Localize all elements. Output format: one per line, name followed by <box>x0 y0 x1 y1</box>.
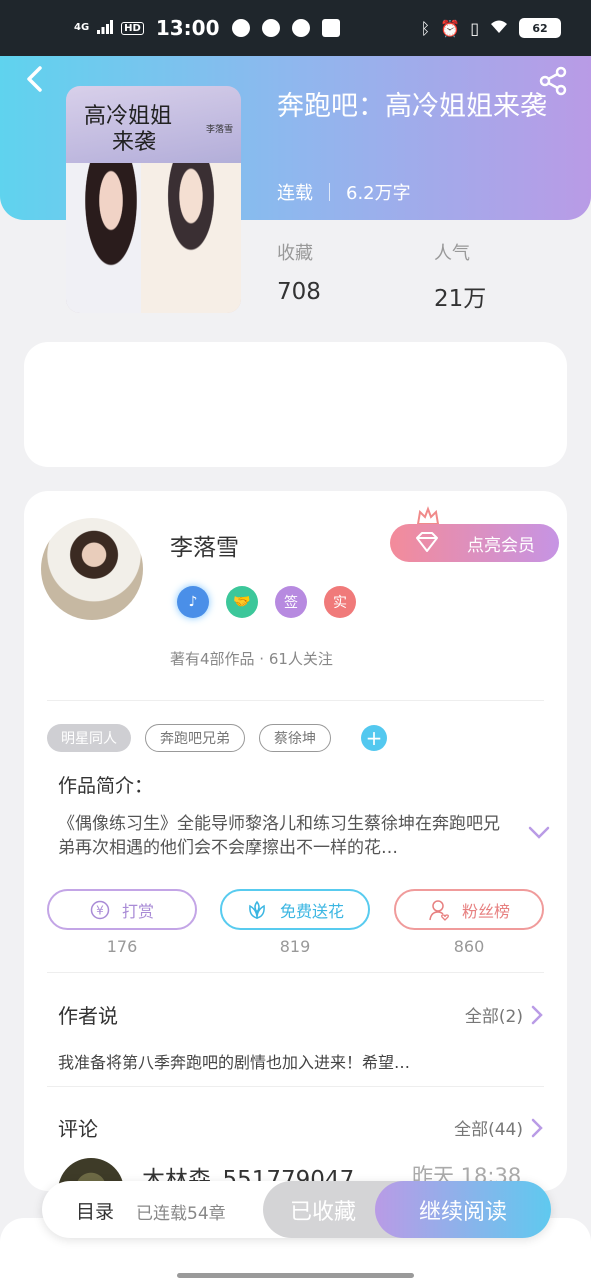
tip-count: 176 <box>106 937 138 956</box>
chapter-count: 已连载54章 <box>136 1204 226 1224</box>
tag-list: 明星同人 奔跑吧兄弟 蔡徐坤 + <box>47 724 387 752</box>
continue-reading-label: 继续阅读 <box>418 1199 507 1225</box>
word-count: 6.2万字 <box>346 183 411 204</box>
chevron-right-icon <box>531 1118 543 1137</box>
stat-label: 人气 <box>434 243 470 264</box>
tip-button[interactable]: ¥ 打赏 <box>47 889 197 930</box>
divider <box>47 700 544 701</box>
fans-count: 860 <box>453 937 485 956</box>
notification-icon <box>261 19 280 37</box>
hd-icon: HD <box>121 21 144 35</box>
vip-label: 点亮会员 <box>467 535 535 556</box>
stat-value: 708 <box>277 279 321 305</box>
stat-favorites: 收藏 708 <box>277 239 321 305</box>
app-icon <box>321 19 340 37</box>
author-says-text[interactable]: 我准备将第八季奔跑吧的剧情也加入进来！希望… <box>58 1049 478 1073</box>
wechat-icon <box>231 19 250 37</box>
cover-title: 高冷姐姐 来袭 <box>84 104 173 155</box>
fans-rank-button[interactable]: 粉丝榜 <box>394 889 544 930</box>
author-summary: 著有4部作品 · 61人关注 <box>170 650 333 668</box>
fans-label: 粉丝榜 <box>461 901 510 921</box>
bluetooth-icon: ᛒ <box>420 18 431 38</box>
handshake-badge-icon[interactable]: 🤝 <box>226 586 258 618</box>
book-title: 奔跑吧：高冷姐姐来袭 <box>277 91 547 122</box>
add-tag-button[interactable]: + <box>361 725 387 751</box>
vibrate-icon: ▯ <box>470 18 479 38</box>
comments-all-link[interactable]: 全部(44) <box>454 1115 543 1140</box>
meta-divider <box>329 183 330 201</box>
toc-button[interactable]: 目录 <box>76 1197 114 1224</box>
divider <box>47 1086 544 1087</box>
continue-reading-button[interactable]: 继续阅读 <box>375 1181 551 1238</box>
author-badges: ♪ 🤝 签 实 <box>177 586 356 618</box>
book-meta: 连载 6.2万字 <box>277 179 411 205</box>
favorited-label: 已收藏 <box>289 1199 356 1225</box>
book-status: 连载 <box>277 183 313 204</box>
author-says-heading: 作者说 <box>58 1004 118 1028</box>
clock: 13:00 <box>155 16 220 40</box>
stat-value: 21万 <box>434 286 487 312</box>
flower-count: 819 <box>279 937 311 956</box>
home-indicator[interactable] <box>177 1273 414 1278</box>
comments-heading: 评论 <box>58 1117 98 1141</box>
intro-text: 《偶像练习生》全能导师黎洛儿和练习生蔡徐坤在奔跑吧兄弟再次相遇的他们会不会摩擦出… <box>58 814 500 858</box>
cover-figure-boy <box>141 163 241 313</box>
real-badge-icon[interactable]: 实 <box>324 586 356 618</box>
status-bar: 4G HD 13:00 ᛒ ⏰ ▯ 62 <box>0 0 591 56</box>
stat-popularity: 人气 21万 <box>434 239 486 313</box>
svg-text:¥: ¥ <box>96 903 104 917</box>
network-indicator: 4G <box>74 22 90 33</box>
comments-all-label: 全部(44) <box>454 1120 523 1140</box>
author-avatar[interactable] <box>41 518 143 620</box>
book-cover[interactable]: 高冷姐姐 来袭 李落雪 <box>66 86 241 313</box>
placeholder-card <box>24 342 567 467</box>
author-says-all-label: 全部(2) <box>464 1007 523 1027</box>
compass-icon <box>291 19 310 37</box>
diamond-icon <box>416 532 438 552</box>
fans-icon <box>429 899 449 921</box>
flower-icon <box>249 900 265 919</box>
divider <box>47 972 544 973</box>
back-arrow-icon <box>27 66 42 92</box>
stat-label: 收藏 <box>277 243 313 264</box>
chevron-right-icon <box>531 1005 543 1024</box>
sign-badge-icon[interactable]: 签 <box>275 586 307 618</box>
expand-chevron-icon[interactable] <box>528 826 550 840</box>
back-button[interactable] <box>24 66 46 92</box>
wifi-icon <box>489 18 509 38</box>
tag-item[interactable]: 蔡徐坤 <box>259 724 331 752</box>
yen-icon: ¥ <box>90 900 110 919</box>
music-badge-icon[interactable]: ♪ <box>177 586 209 618</box>
tag-item[interactable]: 明星同人 <box>47 724 131 752</box>
author-says-all-link[interactable]: 全部(2) <box>465 1002 543 1027</box>
cover-author: 李落雪 <box>205 125 233 135</box>
signal-icon <box>97 17 114 39</box>
send-flower-button[interactable]: 免费送花 <box>220 889 370 930</box>
tip-label: 打赏 <box>121 901 154 921</box>
intro-heading: 作品简介： <box>58 775 154 797</box>
crown-icon <box>416 506 440 525</box>
battery-indicator: 62 <box>519 18 561 38</box>
tag-item[interactable]: 奔跑吧兄弟 <box>145 724 245 752</box>
author-name[interactable]: 李落雪 <box>170 528 239 562</box>
flower-label: 免费送花 <box>279 901 344 921</box>
alarm-icon: ⏰ <box>440 18 461 38</box>
